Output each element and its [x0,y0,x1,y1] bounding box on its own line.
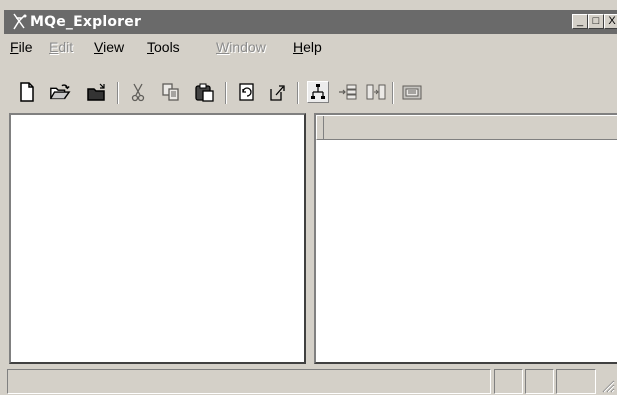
column-divider[interactable] [323,116,324,140]
menu-window[interactable]: Window [216,39,266,57]
split-button[interactable] [365,81,387,103]
copy-button[interactable] [160,81,182,103]
menu-help-label: elp [303,39,322,55]
tree-view-icon [311,84,325,99]
close-button[interactable]: X [604,14,617,29]
menu-edit-accel: E [49,39,59,55]
toolbar-separator [297,82,299,104]
menu-file-label: ile [18,39,33,55]
app-icon[interactable] [10,13,28,31]
minimize-icon: _ [576,15,584,27]
toolbar-separator [225,82,227,104]
export-button[interactable] [267,81,289,103]
refresh-icon [239,83,254,101]
properties-icon [402,85,422,100]
resize-grip-icon[interactable] [601,379,615,393]
copy-icon [162,83,179,101]
close-folder-button[interactable] [86,81,108,103]
menu-view[interactable]: View [94,39,124,57]
status-bar [0,366,617,395]
tree-pane[interactable] [9,113,306,364]
menu-window-label: indow [229,39,266,55]
toolbar-separator [117,82,119,104]
menu-edit-label: dit [58,39,74,55]
menu-view-label: iew [103,39,125,55]
menu-file-accel: F [10,39,19,55]
close-folder-icon [87,83,105,101]
status-field-1 [494,369,523,394]
menu-tools-label: ools [154,39,180,55]
menu-help[interactable]: Help [293,39,322,57]
open-button[interactable] [49,81,71,103]
menu-bar: File Edit View Tools Window Help [0,37,617,57]
close-icon: X [608,15,616,27]
properties-button[interactable] [401,81,423,103]
refresh-button[interactable] [236,81,258,103]
connect-icon [339,84,357,100]
split-icon [366,84,386,100]
maximize-button[interactable]: □ [588,14,604,29]
status-field-3 [556,369,596,394]
menu-tools[interactable]: Tools [147,39,180,57]
minimize-button[interactable]: _ [572,14,588,29]
menu-help-accel: H [293,39,304,55]
menu-view-accel: V [94,39,104,55]
title-bar[interactable]: MQe_Explorer _ □ X [4,10,617,34]
maximize-icon: □ [592,15,600,27]
status-message [7,369,491,394]
mqe-explorer-window: MQe_Explorer _ □ X File Edit View Tools … [0,0,617,395]
tree-view-button[interactable] [307,81,329,103]
cut-button[interactable] [127,81,149,103]
menu-file[interactable]: File [10,39,33,57]
cut-icon [131,83,145,102]
new-button[interactable] [16,81,38,103]
paste-button[interactable] [194,81,216,103]
connect-button[interactable] [337,81,359,103]
open-folder-icon [50,84,71,100]
paste-icon [195,83,214,102]
status-field-2 [525,369,554,394]
export-icon [270,85,285,101]
menu-tools-accel: T [147,39,154,55]
list-pane[interactable] [314,113,617,364]
new-document-icon [20,82,34,102]
window-title: MQe_Explorer [30,14,142,30]
menu-window-accel: W [216,39,230,55]
toolbar-separator [392,82,394,104]
menu-edit[interactable]: Edit [49,39,73,57]
toolbar [0,60,617,110]
column-header[interactable] [316,115,617,140]
